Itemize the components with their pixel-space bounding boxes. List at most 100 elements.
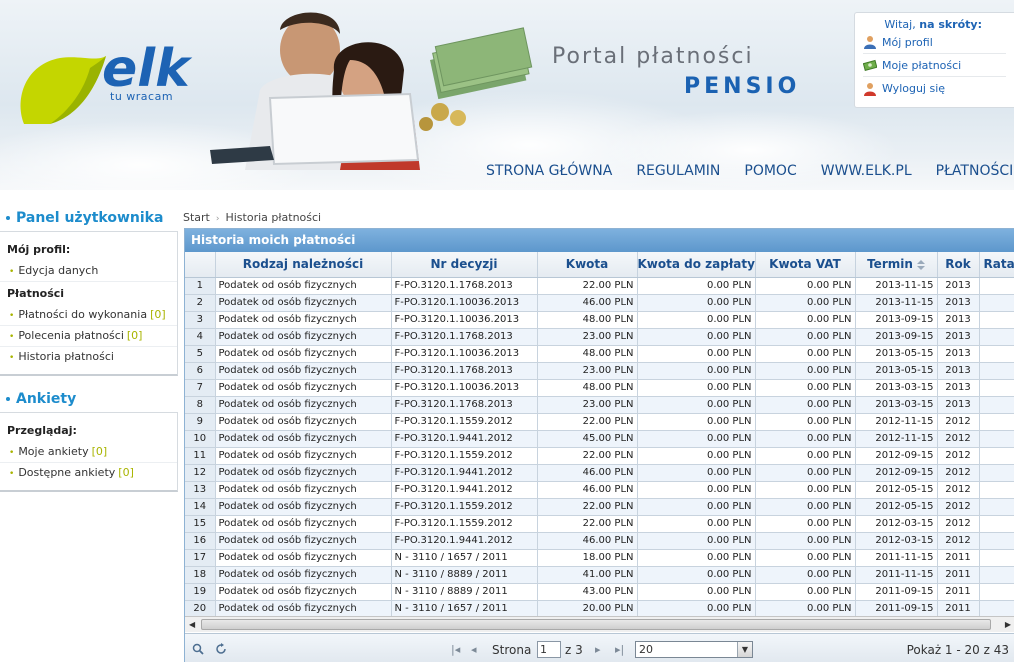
table-row[interactable]: 2 Podatek od osób fizycznych F-PO.3120.1.1… bbox=[185, 294, 1014, 312]
col-type[interactable]: Rodzaj należności bbox=[215, 252, 392, 278]
col-year[interactable]: Rok bbox=[937, 252, 980, 278]
table-row[interactable]: 11 Podatek od osób fizycznych F-PO.3120.1.… bbox=[185, 447, 1014, 465]
cell-amount: 22.00 PLN bbox=[537, 413, 638, 431]
shortcut-logout[interactable]: Wyloguj się bbox=[863, 77, 1006, 100]
cell-payment-type: Podatek od osób fizycznych bbox=[215, 447, 392, 465]
count-badge: [0] bbox=[126, 329, 143, 342]
table-row[interactable]: 17 Podatek od osób fizycznych N - 3110 / 1… bbox=[185, 549, 1014, 567]
shortcut-label[interactable]: Wyloguj się bbox=[882, 82, 945, 95]
table-row[interactable]: 12 Podatek od osób fizycznych F-PO.3120.1.… bbox=[185, 464, 1014, 482]
cell-payment-type: Podatek od osób fizycznych bbox=[215, 311, 392, 329]
col-installment[interactable]: Rata bbox=[979, 252, 1014, 278]
sidebar-item-available-surveys[interactable]: • Dostępne ankiety [0] bbox=[0, 463, 177, 484]
cell-installment: 1 bbox=[979, 532, 1014, 550]
table-row[interactable]: 13 Podatek od osób fizycznych F-PO.3120.1.… bbox=[185, 481, 1014, 499]
nav-terms[interactable]: REGULAMIN bbox=[636, 163, 720, 181]
cell-vat-amount: 0.00 PLN bbox=[755, 566, 856, 584]
elk-logo[interactable]: elk bbox=[10, 20, 200, 130]
scrollbar-thumb[interactable] bbox=[201, 619, 991, 630]
cell-amount: 23.00 PLN bbox=[537, 328, 638, 346]
cell-year: 2013 bbox=[937, 294, 980, 312]
cell-installment: 1 bbox=[979, 379, 1014, 397]
cell-vat-amount: 0.00 PLN bbox=[755, 549, 856, 567]
nav-help[interactable]: POMOC bbox=[744, 163, 796, 181]
cell-vat-amount: 0.00 PLN bbox=[755, 311, 856, 329]
table-row[interactable]: 6 Podatek od osób fizycznych F-PO.3120.1.1… bbox=[185, 362, 1014, 380]
search-icon[interactable] bbox=[192, 643, 204, 655]
portal-name: PENSIO bbox=[684, 74, 801, 99]
page-label: Strona bbox=[492, 643, 532, 657]
sidebar-item-payment-orders[interactable]: • Polecenia płatności [0] bbox=[0, 326, 177, 347]
first-page-icon[interactable]: |◂ bbox=[451, 643, 460, 656]
nav-elk-site[interactable]: WWW.ELK.PL bbox=[821, 163, 912, 181]
refresh-icon[interactable] bbox=[215, 643, 227, 655]
scroll-left-icon[interactable]: ◀ bbox=[189, 620, 195, 629]
breadcrumb: Start › Historia płatności bbox=[183, 211, 321, 224]
cell-row-index: 15 bbox=[185, 515, 216, 533]
cell-decision-number: F-PO.3120.1.10036.2013 bbox=[391, 379, 538, 397]
cell-vat-amount: 0.00 PLN bbox=[755, 481, 856, 499]
cell-payment-type: Podatek od osób fizycznych bbox=[215, 277, 392, 295]
cell-amount-due: 0.00 PLN bbox=[637, 515, 756, 533]
cell-year: 2011 bbox=[937, 600, 980, 618]
table-row[interactable]: 19 Podatek od osób fizycznych N - 3110 / 8… bbox=[185, 583, 1014, 601]
table-row[interactable]: 3 Podatek od osób fizycznych F-PO.3120.1.1… bbox=[185, 311, 1014, 329]
cell-year: 2012 bbox=[937, 515, 980, 533]
table-row[interactable]: 10 Podatek od osób fizycznych F-PO.3120.1.… bbox=[185, 430, 1014, 448]
col-decision[interactable]: Nr decyzji bbox=[391, 252, 538, 278]
table-row[interactable]: 20 Podatek od osób fizycznych N - 3110 / 1… bbox=[185, 600, 1014, 618]
page-input[interactable]: 1 bbox=[537, 641, 561, 658]
col-deadline[interactable]: Termin bbox=[855, 252, 938, 278]
breadcrumb-home[interactable]: Start bbox=[183, 211, 210, 224]
sidebar-item-edit-data[interactable]: • Edycja danych bbox=[0, 261, 177, 282]
table-row[interactable]: 4 Podatek od osób fizycznych F-PO.3120.1.1… bbox=[185, 328, 1014, 346]
col-amount-due[interactable]: Kwota do zapłaty bbox=[637, 252, 756, 278]
hero-photo bbox=[210, 12, 533, 170]
cell-vat-amount: 0.00 PLN bbox=[755, 345, 856, 363]
shortcut-label[interactable]: Mój profil bbox=[882, 36, 933, 49]
cell-decision-number: F-PO.3120.1.9441.2012 bbox=[391, 481, 538, 499]
sidebar-item-payments-due[interactable]: • Płatności do wykonania [0] bbox=[0, 305, 177, 326]
chevron-down-icon[interactable]: ▼ bbox=[737, 642, 752, 657]
cell-row-index: 13 bbox=[185, 481, 216, 499]
col-vat[interactable]: Kwota VAT bbox=[755, 252, 856, 278]
col-amount[interactable]: Kwota bbox=[537, 252, 638, 278]
cell-vat-amount: 0.00 PLN bbox=[755, 379, 856, 397]
shortcut-my-payments[interactable]: Moje płatności bbox=[863, 54, 1006, 77]
surveys-heading: Ankiety bbox=[0, 382, 178, 412]
scroll-right-icon[interactable]: ▶ bbox=[1005, 620, 1011, 629]
cell-decision-number: F-PO.3120.1.9441.2012 bbox=[391, 430, 538, 448]
shortcut-my-profile[interactable]: Mój profil bbox=[863, 31, 1006, 54]
table-row[interactable]: 18 Podatek od osób fizycznych N - 3110 / 8… bbox=[185, 566, 1014, 584]
horizontal-scrollbar[interactable]: ◀ ▶ bbox=[185, 616, 1014, 632]
table-row[interactable]: 9 Podatek od osób fizycznych F-PO.3120.1.1… bbox=[185, 413, 1014, 431]
cell-vat-amount: 0.00 PLN bbox=[755, 277, 856, 295]
table-row[interactable]: 8 Podatek od osób fizycznych F-PO.3120.1.1… bbox=[185, 396, 1014, 414]
sidebar-item-payment-history[interactable]: • Historia płatności bbox=[0, 347, 177, 368]
nav-home[interactable]: STRONA GŁÓWNA bbox=[486, 163, 612, 181]
table-row[interactable]: 7 Podatek od osób fizycznych F-PO.3120.1.1… bbox=[185, 379, 1014, 397]
cell-amount: 22.00 PLN bbox=[537, 498, 638, 516]
table-row[interactable]: 1 Podatek od osób fizycznych F-PO.3120.1.1… bbox=[185, 277, 1014, 295]
cell-amount: 22.00 PLN bbox=[537, 447, 638, 465]
cell-installment: 2 bbox=[979, 481, 1014, 499]
page-size-select[interactable]: 20 ▼ bbox=[635, 641, 753, 658]
table-row[interactable]: 15 Podatek od osób fizycznych F-PO.3120.1.… bbox=[185, 515, 1014, 533]
cell-installment: 1 bbox=[979, 396, 1014, 414]
cell-deadline: 2012-03-15 bbox=[855, 515, 938, 533]
cell-row-index: 6 bbox=[185, 362, 216, 380]
table-row[interactable]: 14 Podatek od osób fizycznych F-PO.3120.1.… bbox=[185, 498, 1014, 516]
prev-page-icon[interactable]: ◂ bbox=[471, 643, 477, 656]
cell-deadline: 2013-05-15 bbox=[855, 362, 938, 380]
cell-deadline: 2012-03-15 bbox=[855, 532, 938, 550]
shortcut-label[interactable]: Moje płatności bbox=[882, 59, 961, 72]
table-row[interactable]: 5 Podatek od osób fizycznych F-PO.3120.1.1… bbox=[185, 345, 1014, 363]
next-page-icon[interactable]: ▸ bbox=[595, 643, 601, 656]
cell-amount: 46.00 PLN bbox=[537, 294, 638, 312]
sidebar-item-my-surveys[interactable]: • Moje ankiety [0] bbox=[0, 442, 177, 463]
table-row[interactable]: 16 Podatek od osób fizycznych F-PO.3120.1.… bbox=[185, 532, 1014, 550]
cell-decision-number: N - 3110 / 8889 / 2011 bbox=[391, 566, 538, 584]
last-page-icon[interactable]: ▸| bbox=[615, 643, 624, 656]
nav-payments[interactable]: PŁATNOŚCI bbox=[936, 163, 1014, 181]
bullet-icon bbox=[6, 216, 10, 220]
